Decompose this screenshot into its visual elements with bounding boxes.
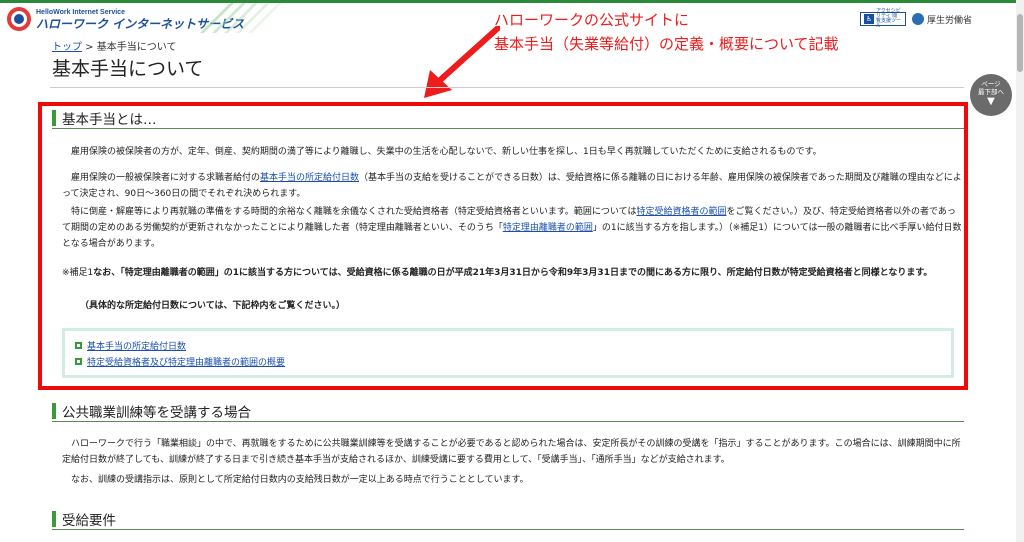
hellowork-logo-icon [7,7,31,31]
mhlw-logo-icon [911,13,924,25]
section-title: 公共職業訓練等を受講する場合 [62,404,251,421]
accessibility-button[interactable]: ♿ アクセシビリティ 閲覧支援ツール [859,8,906,29]
annotation-arrow-icon [424,26,500,98]
title-divider [50,87,964,88]
breadcrumb: トップ > 基本手当について [52,38,176,53]
accessibility-icon: ♿ [863,14,874,24]
breadcrumb-separator: > [82,42,97,53]
mhlw-label: 厚生労働省 [926,15,972,26]
section-heading-kokyo-shokugyo-kunren: 公共職業訓練等を受講する場合 [52,400,964,422]
breadcrumb-current: 基本手当について [96,42,177,53]
mhlw-link[interactable]: 厚生労働省 [911,13,972,26]
page-bottom-label-1: ページ [981,80,1001,88]
page-bottom-label-2: 最下部へ [978,88,1004,96]
page-bottom-button[interactable]: ページ 最下部へ ▼ [970,74,1012,116]
annotation-line-2: 基本手当（失業等給付）の定義・概要について記載 [494,35,839,53]
scrollbar-thumb[interactable] [1017,14,1023,72]
annotation-highlight-box [38,102,968,390]
page-title: 基本手当について [52,58,204,80]
chevron-down-icon: ▼ [987,96,995,107]
heading-bar [52,510,56,527]
accessibility-label: アクセシビリティ 閲覧支援ツール [875,8,901,29]
breadcrumb-top-link[interactable]: トップ [52,42,82,53]
annotation-line-1: ハローワークの公式サイトに [494,11,690,29]
annotation-text: ハローワークの公式サイトに 基本手当（失業等給付）の定義・概要について記載 [494,8,839,56]
section2-paragraph-2: なお、訓練の受講指示は、原則として所定給付日数内の支給残日数が一定以上ある時点で… [71,475,529,485]
section-title: 受給要件 [62,512,116,529]
heading-bar [52,402,56,419]
section2-paragraph-1: ハローワークで行う「職業相談」の中で、再就職をするために公共職業訓練等を受講する… [62,439,961,465]
header-decoration [200,3,282,33]
section-heading-jukyu-yoken: 受給要件 [52,508,964,530]
scrollbar[interactable] [1016,0,1024,542]
header-top-line [0,0,1024,3]
